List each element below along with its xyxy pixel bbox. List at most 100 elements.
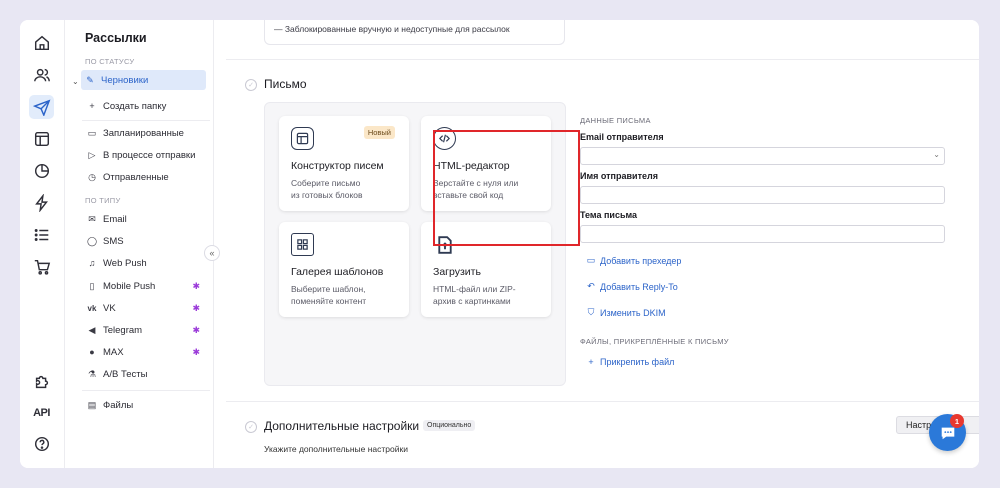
sidebar-item-mobile-push[interactable]: ▯ Mobile Push ✱ [85,276,206,296]
status-section-label: ПО СТАТУСУ [85,57,135,66]
puzzle-icon[interactable] [29,370,54,394]
gallery-icon [291,233,314,256]
card-description: HTML-файл или ZIP- архив с картинками [433,284,516,306]
sender-email-select[interactable] [580,147,945,165]
main-content: — Заблокированные вручную и недоступные … [226,20,979,468]
telegram-icon: ◀ [88,324,96,335]
card-description: Выберите шаблон, поменяйте контент [291,284,367,306]
sparkle-icon: ✱ [192,302,200,313]
add-reply-to-link[interactable]: ↶ Добавить Reply-To [586,281,678,292]
sidebar-item-files[interactable]: ▤ Файлы [85,395,206,415]
subject-label: Тема письма [580,210,638,220]
sidebar-item-label: В процессе отправки [103,149,196,161]
sidebar-item-label: Email [103,213,127,225]
sparkle-icon: ✱ [192,346,200,357]
home-icon[interactable] [29,31,54,55]
card-title: Галерея шаблонов [291,266,384,278]
sidebar-item-label: Mobile Push [103,280,156,292]
blocked-contacts-note: — Заблокированные вручную и недоступные … [264,20,565,45]
sidebar-item-email[interactable]: ✉ Email [85,209,206,229]
sidebar-item-sent[interactable]: ◷ Отправленные [85,167,206,187]
chevron-down-icon[interactable]: ⌄ [72,77,79,86]
type-section-label: ПО ТИПУ [85,196,121,205]
card-title: Загрузить [433,266,481,278]
chevron-down-icon: ⌄ [933,150,940,159]
sidebar-item-web-push[interactable]: ♫ Web Push [85,253,206,273]
link-label: Прикрепить файл [600,357,675,367]
divider [82,120,210,121]
sidebar-item-label: Web Push [103,257,147,269]
mail-icon: ✉ [88,213,96,224]
card-description: Соберите письмо из готовых блоков [291,178,363,200]
inbox-icon: ▭ [586,255,596,265]
icon-rail: API [20,20,65,468]
pie-chart-icon[interactable] [29,159,54,183]
send-icon[interactable] [29,95,54,119]
link-label: Добавить прехедер [600,255,682,266]
users-icon[interactable] [29,63,54,87]
link-label: Изменить DKIM [600,307,666,318]
subject-input[interactable] [580,225,945,243]
lightning-icon[interactable] [29,191,54,215]
change-dkim-link[interactable]: ⛉ Изменить DKIM [586,307,666,318]
bell-icon: ♫ [88,258,96,268]
sender-name-input[interactable] [580,186,945,204]
sidebar-item-telegram[interactable]: ◀ Telegram ✱ [85,320,206,340]
sidebar-item-label: SMS [103,235,124,247]
sidebar-item-drafts[interactable]: ✎ Черновики [81,70,206,90]
help-icon[interactable] [29,432,54,456]
layout-icon[interactable] [29,127,54,151]
sidebar-item-label: A/B Тесты [103,368,148,380]
clock-icon: ◷ [88,171,96,182]
sidebar-item-vk[interactable]: vk VK ✱ [85,298,206,318]
sidebar: Рассылки ПО СТАТУСУ ⌄ ✎ Черновики + Созд… [66,20,214,468]
divider [82,390,210,391]
sidebar-item-label: Отправленные [103,171,169,183]
upload-card-highlight [433,130,580,246]
plus-icon: + [89,101,95,111]
chat-bubble-icon: ◯ [86,235,98,246]
add-preheader-link[interactable]: ▭ Добавить прехедер [586,255,682,266]
step-check-icon: ✓ [245,79,257,91]
link-label: Добавить Reply-To [600,281,678,292]
collapse-sidebar-button[interactable]: « [204,245,220,261]
phone-icon: ▯ [89,280,95,291]
cart-icon[interactable] [29,255,54,279]
attach-file-link[interactable]: + Прикрепить файл [586,357,674,367]
calendar-icon: ▭ [87,127,97,138]
chat-notification-badge: 1 [950,414,964,428]
plus-icon: + [588,357,594,367]
app-window: API Рассылки ПО СТАТУСУ ⌄ ✎ Черновики + … [20,20,979,468]
sidebar-item-label: MAX [103,346,124,358]
constructor-card[interactable]: Новый Конструктор писем Соберите письмо … [279,116,409,211]
layout-icon [291,127,314,150]
new-badge: Новый [363,126,395,139]
extra-settings-title: Дополнительные настройки [264,419,420,433]
send-icon: ▷ [88,149,96,160]
letter-section-title: Письмо [264,77,307,91]
vk-icon: vk [87,303,97,313]
sidebar-item-ab-tests[interactable]: ⚗ A/B Тесты [85,364,206,384]
template-gallery-card[interactable]: Галерея шаблонов Выберите шаблон, поменя… [279,222,409,317]
divider [226,401,979,402]
sidebar-item-label: Файлы [103,399,134,411]
card-title: Конструктор писем [291,160,384,172]
optional-badge: Опционально [423,420,476,431]
create-folder-button[interactable]: + Создать папку [85,96,206,116]
sidebar-item-max[interactable]: ● MAX ✱ [85,342,206,362]
sparkle-icon: ✱ [192,324,200,335]
api-icon[interactable]: API [29,401,54,425]
files-icon: ▤ [87,399,97,410]
sidebar-item-sms[interactable]: ◯ SMS [85,231,206,251]
sidebar-item-label: Создать папку [103,100,167,112]
sender-email-label: Email отправителя [580,132,664,142]
max-icon: ● [89,347,95,357]
attachments-section-label: ФАЙЛЫ, ПРИКРЕПЛЁННЫЕ К ПИСЬМУ [580,337,729,346]
list-icon[interactable] [29,223,54,247]
sidebar-item-scheduled[interactable]: ▭ Запланированные [85,123,206,143]
shield-icon: ⛉ [587,307,595,317]
step-check-icon: ✓ [245,421,257,433]
sparkle-icon: ✱ [192,280,200,291]
sidebar-item-sending[interactable]: ▷ В процессе отправки [85,145,206,165]
sender-name-label: Имя отправителя [580,171,658,181]
